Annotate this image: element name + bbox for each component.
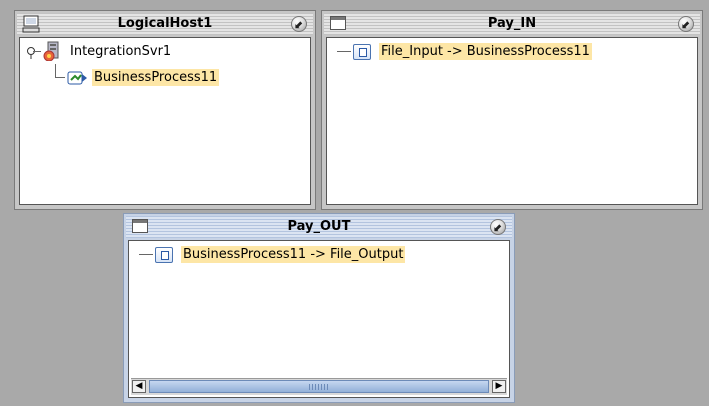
connection-label: File_Input -> BusinessProcess11: [379, 43, 592, 60]
restore-icon[interactable]: ⬋: [678, 16, 694, 32]
scroll-left-icon[interactable]: ◀: [132, 380, 146, 393]
pay-in-panel: Pay_IN ⬋ File_Input -> BusinessProcess11: [321, 10, 703, 210]
tree-node-server[interactable]: IntegrationSvr1: [42, 41, 171, 61]
tree-connector: [337, 51, 351, 52]
logicalhost-title: LogicalHost1: [117, 16, 213, 31]
tree-connector: [139, 254, 153, 255]
file-document-icon: [353, 43, 371, 60]
expand-handle-icon[interactable]: [26, 46, 40, 60]
connection-label: BusinessProcess11 -> File_Output: [181, 246, 406, 263]
tree-connector: [33, 51, 41, 52]
horizontal-scrollbar[interactable]: ◀ ▶: [131, 378, 507, 395]
process-label: BusinessProcess11: [92, 68, 220, 86]
business-process-icon: [67, 71, 87, 85]
pay-out-tree: BusinessProcess11 -> File_Output ◀ ▶: [128, 240, 510, 398]
connection-node[interactable]: File_Input -> BusinessProcess11: [353, 43, 592, 60]
integration-server-icon: [43, 41, 59, 61]
file-document-icon: [155, 246, 173, 263]
tree-node-process[interactable]: BusinessProcess11: [66, 68, 220, 86]
pay-in-tree: File_Input -> BusinessProcess11: [326, 37, 698, 205]
tree-connector: [55, 77, 65, 78]
pay-in-titlebar[interactable]: Pay_IN ⬋: [324, 13, 700, 35]
logicalhost-tree: IntegrationSvr1 BusinessProcess11: [19, 37, 311, 205]
pay-out-panel: Pay_OUT ⬋ BusinessProcess11 -> File_Outp…: [123, 213, 515, 403]
grip-icon: [309, 384, 329, 390]
logicalhost-panel: LogicalHost1 ⬋ IntegrationSvr1 BusinessP…: [14, 10, 316, 210]
restore-icon[interactable]: ⬋: [490, 219, 506, 235]
pay-out-title: Pay_OUT: [287, 219, 351, 234]
scroll-right-icon[interactable]: ▶: [492, 380, 506, 393]
connection-node[interactable]: BusinessProcess11 -> File_Output: [155, 246, 406, 263]
tree-connector: [55, 64, 56, 77]
server-label: IntegrationSvr1: [70, 43, 172, 59]
logicalhost-titlebar[interactable]: LogicalHost1 ⬋: [17, 13, 313, 35]
scroll-thumb[interactable]: [149, 380, 489, 393]
pay-in-title: Pay_IN: [487, 16, 537, 31]
pay-out-titlebar[interactable]: Pay_OUT ⬋: [126, 216, 512, 238]
restore-icon[interactable]: ⬋: [291, 16, 307, 32]
